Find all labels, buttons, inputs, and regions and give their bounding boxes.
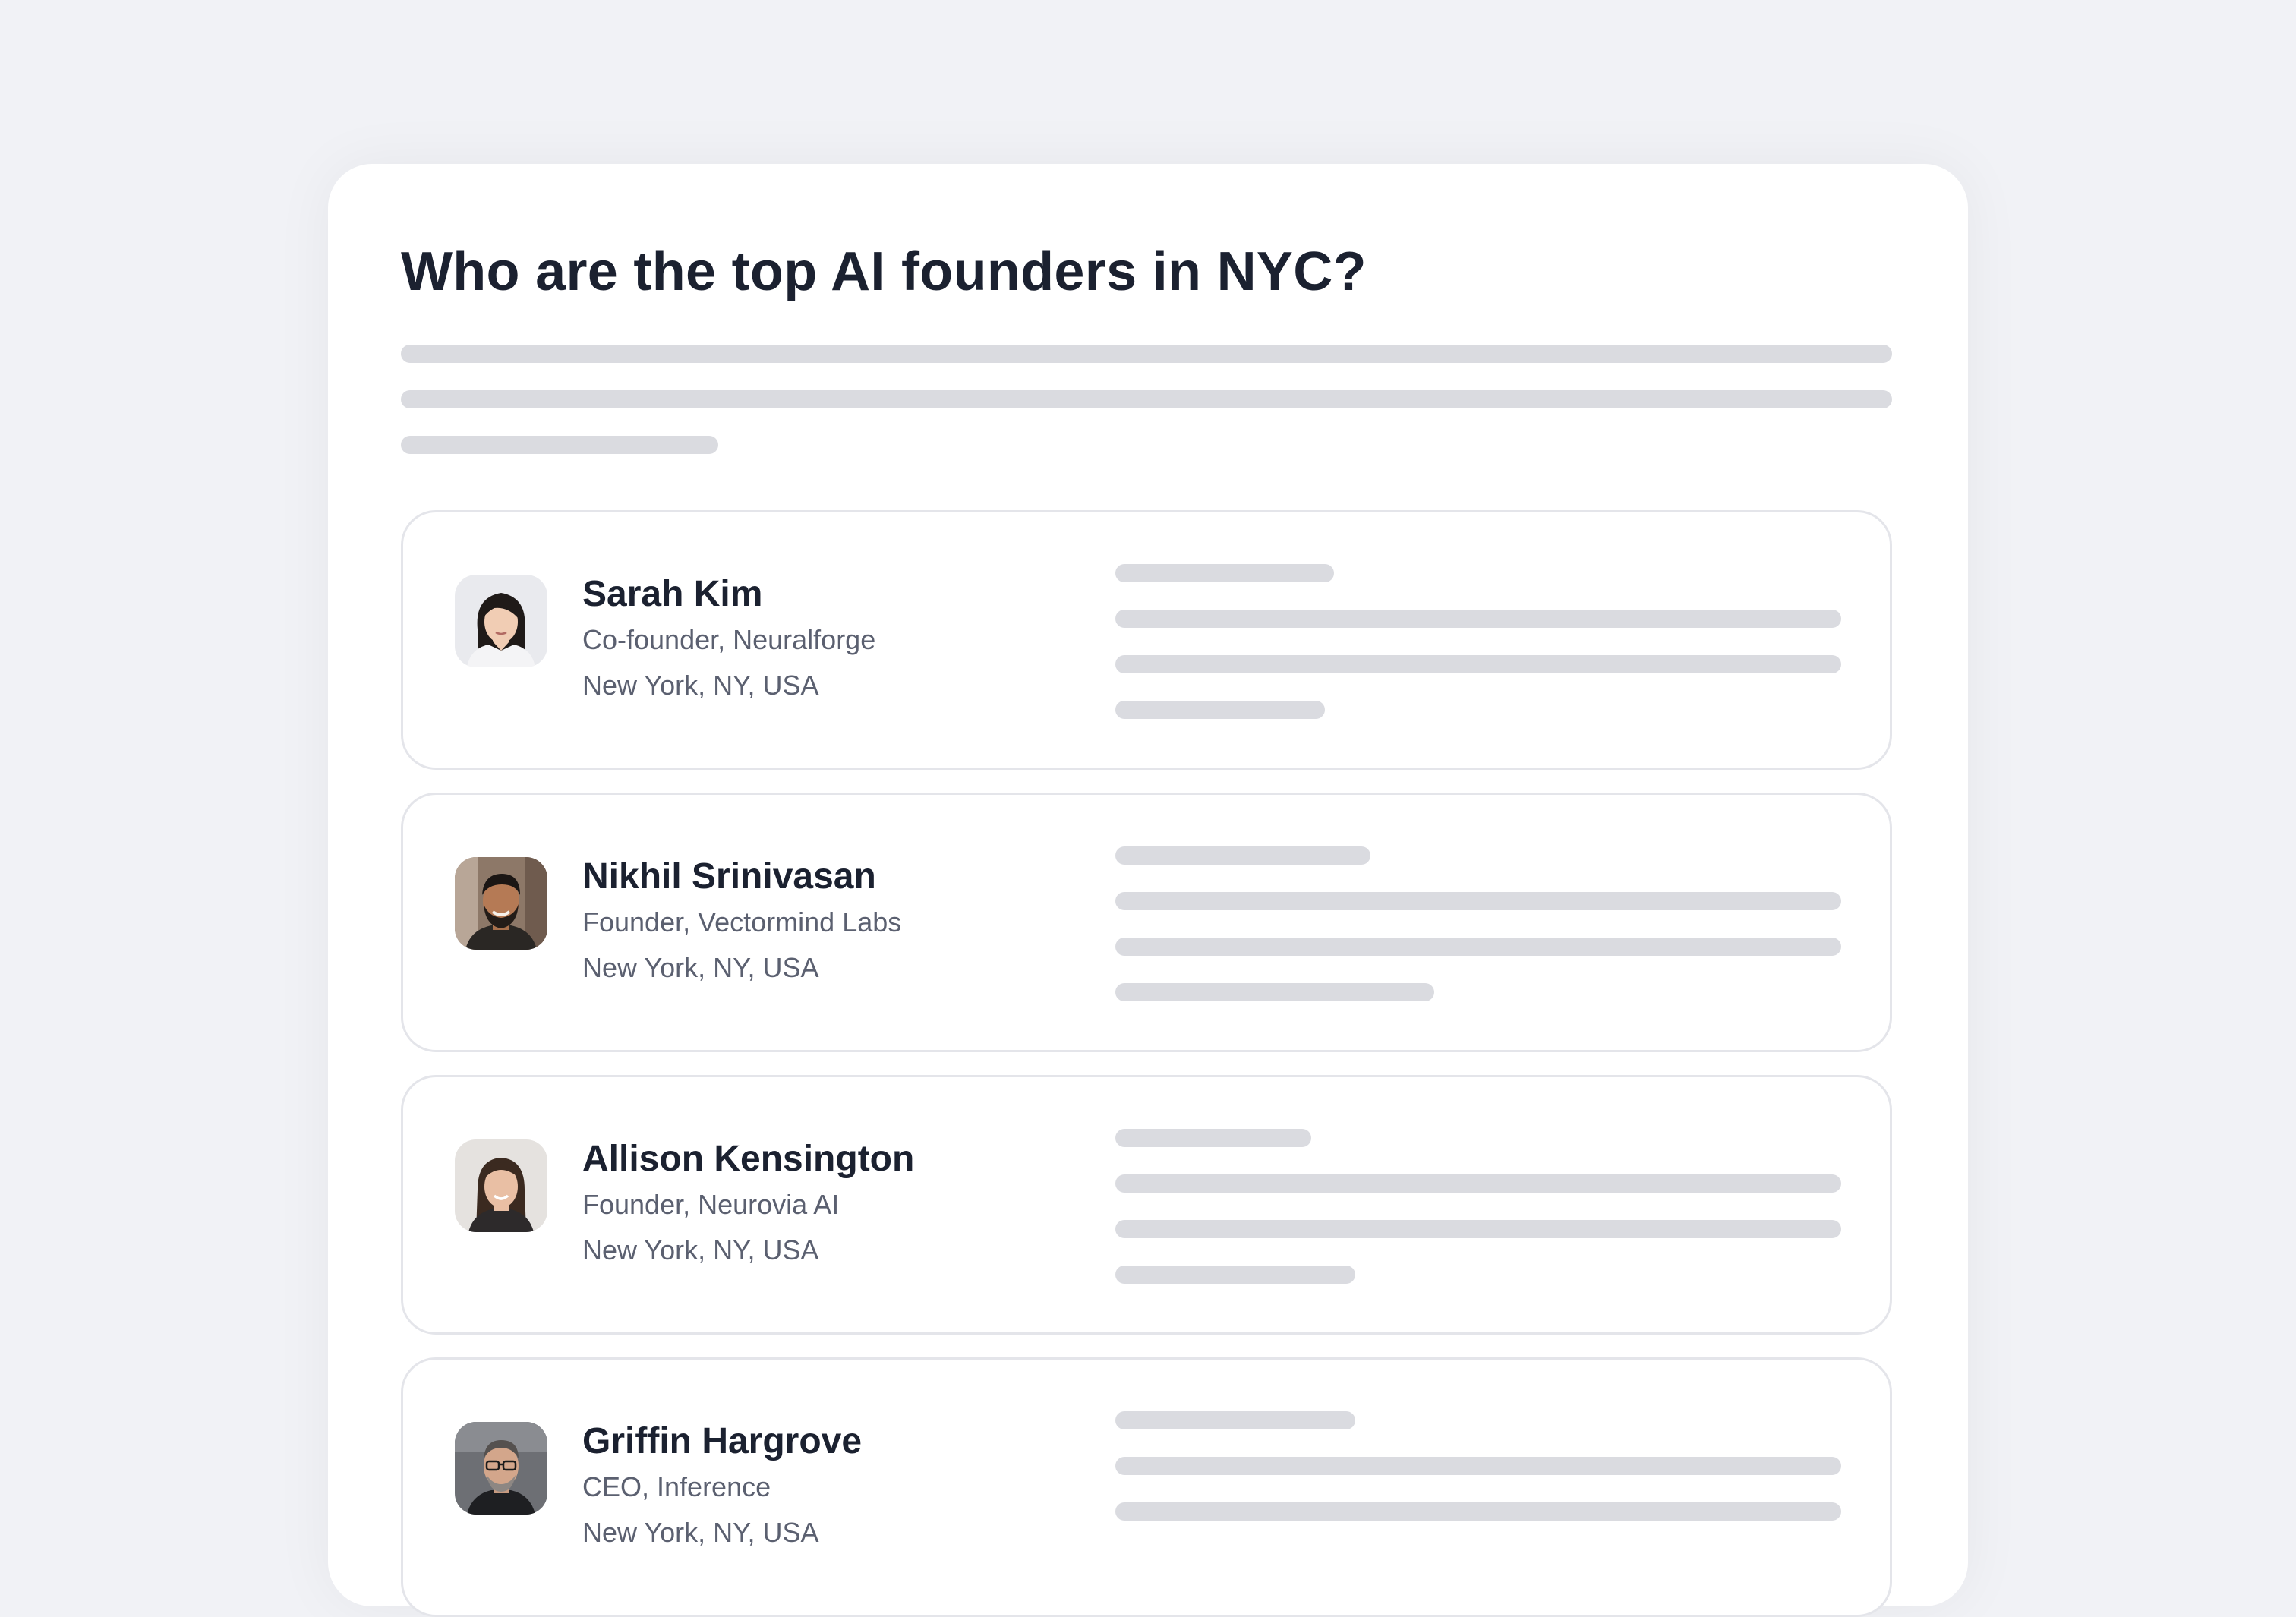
founder-name: Griffin Hargrove [582,1421,863,1461]
summary-placeholder-line [1115,983,1434,1001]
founder-role: CEO, Inference [582,1471,771,1502]
summary-placeholder-line [1115,1129,1311,1147]
founder-location: New York, NY, USA [582,1234,819,1266]
founder-name: Allison Kensington [582,1139,915,1179]
summary-placeholder-line [1115,1457,1841,1475]
founder-role: Co-founder, Neuralforge [582,624,876,655]
avatar-woman-portrait-icon [455,1139,547,1232]
founder-name: Sarah Kim [582,574,763,614]
founder-card[interactable]: Sarah Kim Co-founder, Neuralforge New Yo… [401,510,1892,770]
avatar-woman-portrait-icon [455,575,547,667]
summary-placeholder-line [1115,892,1841,910]
summary-placeholder-line [1115,564,1334,582]
founder-location: New York, NY, USA [582,1517,819,1548]
answer-panel: Who are the top AI founders in NYC? Sara… [328,164,1968,1617]
founder-role: Founder, Vectormind Labs [582,906,902,938]
avatar-man-bearded-portrait-icon [455,857,547,950]
summary-placeholder-line [1115,1220,1841,1238]
answer-text-placeholder-line [401,390,1892,408]
summary-placeholder-line [1115,610,1841,628]
founder-role: Founder, Neurovia AI [582,1189,840,1220]
summary-placeholder-line [1115,938,1841,956]
avatar-man-glasses-portrait-icon [455,1422,547,1515]
founder-location: New York, NY, USA [582,952,819,983]
founder-card[interactable]: Nikhil Srinivasan Founder, Vectormind La… [401,793,1892,1052]
founder-card[interactable]: Griffin Hargrove CEO, Inference New York… [401,1357,1892,1617]
answer-text-placeholder-line [401,345,1892,363]
summary-placeholder-line [1115,1502,1841,1521]
founder-location: New York, NY, USA [582,670,819,701]
answer-text-placeholder-line [401,436,718,454]
summary-placeholder-line [1115,655,1841,673]
question-heading: Who are the top AI founders in NYC? [401,241,1367,302]
summary-placeholder-line [1115,1174,1841,1193]
summary-placeholder-line [1115,701,1325,719]
founder-name: Nikhil Srinivasan [582,856,876,897]
summary-placeholder-line [1115,846,1370,865]
founder-card[interactable]: Allison Kensington Founder, Neurovia AI … [401,1075,1892,1335]
summary-placeholder-line [1115,1266,1355,1284]
summary-placeholder-line [1115,1411,1355,1429]
